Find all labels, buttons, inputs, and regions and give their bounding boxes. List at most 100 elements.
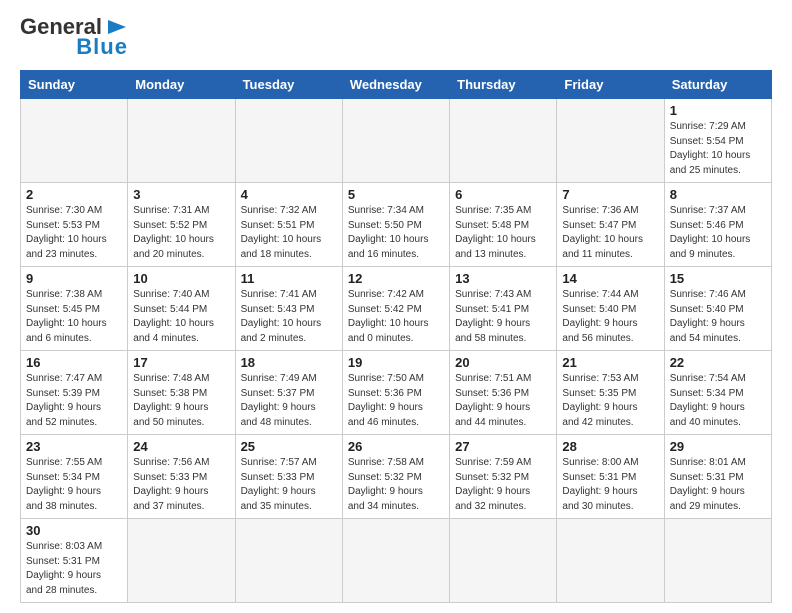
table-row: 22Sunrise: 7:54 AM Sunset: 5:34 PM Dayli… [664,351,771,435]
day-number: 1 [670,103,766,118]
day-number: 13 [455,271,551,286]
day-info: Sunrise: 7:49 AM Sunset: 5:37 PM Dayligh… [241,372,337,430]
header-friday: Friday [557,71,664,99]
header-wednesday: Wednesday [342,71,449,99]
day-info: Sunrise: 7:59 AM Sunset: 5:32 PM Dayligh… [455,456,551,514]
day-info: Sunrise: 7:50 AM Sunset: 5:36 PM Dayligh… [348,372,444,430]
day-number: 21 [562,355,658,370]
table-row: 2Sunrise: 7:30 AM Sunset: 5:53 PM Daylig… [21,183,128,267]
table-row: 28 Sunrise: 8:00 AM Sunset: 5:31 PM Dayli… [557,435,664,519]
day-info: Sunrise: 7:30 AM Sunset: 5:53 PM Dayligh… [26,204,122,262]
table-row [128,99,235,183]
logo-blue-text: Blue [76,34,128,60]
day-number: 18 [241,355,337,370]
day-info: Sunrise: 7:43 AM Sunset: 5:41 PM Dayligh… [455,288,551,346]
day-number: 7 [562,187,658,202]
table-row: 16Sunrise: 7:47 AM Sunset: 5:39 PM Dayli… [21,351,128,435]
day-number: 29 [670,439,766,454]
day-number: 14 [562,271,658,286]
day-number: 6 [455,187,551,202]
table-row [664,519,771,603]
weekday-header-row: Sunday Monday Tuesday Wednesday Thursday… [21,71,772,99]
day-number: 17 [133,355,229,370]
day-info: Sunrise: 7:35 AM Sunset: 5:48 PM Dayligh… [455,204,551,262]
calendar-row: 16Sunrise: 7:47 AM Sunset: 5:39 PM Dayli… [21,351,772,435]
day-number: 9 [26,271,122,286]
table-row: 10 Sunrise: 7:40 AM Sunset: 5:44 PM Dayli… [128,267,235,351]
table-row: 13 Sunrise: 7:43 AM Sunset: 5:41 PM Dayli… [450,267,557,351]
table-row [342,99,449,183]
day-info: Sunrise: 8:00 AM Sunset: 5:31 PM Dayligh… [562,456,658,514]
day-info: Sunrise: 7:53 AM Sunset: 5:35 PM Dayligh… [562,372,658,430]
page: General Blue Sunday Monday Tuesday Wed [0,0,792,613]
table-row: 9 Sunrise: 7:38 AM Sunset: 5:45 PM Daylig… [21,267,128,351]
day-info: Sunrise: 7:38 AM Sunset: 5:45 PM Dayligh… [26,288,122,346]
calendar-row: 2Sunrise: 7:30 AM Sunset: 5:53 PM Daylig… [21,183,772,267]
day-info: Sunrise: 7:36 AM Sunset: 5:47 PM Dayligh… [562,204,658,262]
table-row: 7 Sunrise: 7:36 AM Sunset: 5:47 PM Daylig… [557,183,664,267]
table-row [557,519,664,603]
table-row [21,99,128,183]
table-row: 8 Sunrise: 7:37 AM Sunset: 5:46 PM Daylig… [664,183,771,267]
header-thursday: Thursday [450,71,557,99]
table-row: 20 Sunrise: 7:51 AM Sunset: 5:36 PM Dayli… [450,351,557,435]
day-number: 30 [26,523,122,538]
day-number: 10 [133,271,229,286]
calendar: Sunday Monday Tuesday Wednesday Thursday… [20,70,772,603]
day-info: Sunrise: 7:40 AM Sunset: 5:44 PM Dayligh… [133,288,229,346]
day-number: 8 [670,187,766,202]
table-row: 6 Sunrise: 7:35 AM Sunset: 5:48 PM Daylig… [450,183,557,267]
table-row [128,519,235,603]
calendar-row: 23Sunrise: 7:55 AM Sunset: 5:34 PM Dayli… [21,435,772,519]
day-info: Sunrise: 7:41 AM Sunset: 5:43 PM Dayligh… [241,288,337,346]
table-row: 27 Sunrise: 7:59 AM Sunset: 5:32 PM Dayli… [450,435,557,519]
table-row [235,519,342,603]
table-row: 3Sunrise: 7:31 AM Sunset: 5:52 PM Daylig… [128,183,235,267]
header-tuesday: Tuesday [235,71,342,99]
calendar-row: 1Sunrise: 7:29 AM Sunset: 5:54 PM Daylig… [21,99,772,183]
day-info: Sunrise: 7:34 AM Sunset: 5:50 PM Dayligh… [348,204,444,262]
table-row: 29 Sunrise: 8:01 AM Sunset: 5:31 PM Dayli… [664,435,771,519]
day-number: 19 [348,355,444,370]
day-info: Sunrise: 7:55 AM Sunset: 5:34 PM Dayligh… [26,456,122,514]
table-row: 21 Sunrise: 7:53 AM Sunset: 5:35 PM Dayli… [557,351,664,435]
table-row: 4 Sunrise: 7:32 AM Sunset: 5:51 PM Daylig… [235,183,342,267]
day-info: Sunrise: 7:32 AM Sunset: 5:51 PM Dayligh… [241,204,337,262]
logo: General Blue [20,16,128,60]
table-row: 26 Sunrise: 7:58 AM Sunset: 5:32 PM Dayli… [342,435,449,519]
day-number: 12 [348,271,444,286]
day-info: Sunrise: 8:01 AM Sunset: 5:31 PM Dayligh… [670,456,766,514]
table-row: 15Sunrise: 7:46 AM Sunset: 5:40 PM Dayli… [664,267,771,351]
day-number: 22 [670,355,766,370]
day-number: 24 [133,439,229,454]
day-number: 27 [455,439,551,454]
calendar-row: 30Sunrise: 8:03 AM Sunset: 5:31 PM Dayli… [21,519,772,603]
table-row: 14 Sunrise: 7:44 AM Sunset: 5:40 PM Dayli… [557,267,664,351]
day-number: 28 [562,439,658,454]
header-sunday: Sunday [21,71,128,99]
table-row: 25Sunrise: 7:57 AM Sunset: 5:33 PM Dayli… [235,435,342,519]
day-number: 26 [348,439,444,454]
table-row: 18 Sunrise: 7:49 AM Sunset: 5:37 PM Dayli… [235,351,342,435]
table-row [557,99,664,183]
day-number: 20 [455,355,551,370]
header-saturday: Saturday [664,71,771,99]
day-info: Sunrise: 7:44 AM Sunset: 5:40 PM Dayligh… [562,288,658,346]
table-row: 5Sunrise: 7:34 AM Sunset: 5:50 PM Daylig… [342,183,449,267]
day-info: Sunrise: 7:56 AM Sunset: 5:33 PM Dayligh… [133,456,229,514]
header: General Blue [20,16,772,60]
day-info: Sunrise: 7:51 AM Sunset: 5:36 PM Dayligh… [455,372,551,430]
day-number: 4 [241,187,337,202]
day-info: Sunrise: 7:58 AM Sunset: 5:32 PM Dayligh… [348,456,444,514]
day-info: Sunrise: 7:31 AM Sunset: 5:52 PM Dayligh… [133,204,229,262]
day-number: 11 [241,271,337,286]
calendar-row: 9 Sunrise: 7:38 AM Sunset: 5:45 PM Daylig… [21,267,772,351]
day-info: Sunrise: 7:57 AM Sunset: 5:33 PM Dayligh… [241,456,337,514]
table-row: 30Sunrise: 8:03 AM Sunset: 5:31 PM Dayli… [21,519,128,603]
day-info: Sunrise: 7:48 AM Sunset: 5:38 PM Dayligh… [133,372,229,430]
day-info: Sunrise: 7:47 AM Sunset: 5:39 PM Dayligh… [26,372,122,430]
table-row: 1Sunrise: 7:29 AM Sunset: 5:54 PM Daylig… [664,99,771,183]
day-info: Sunrise: 7:37 AM Sunset: 5:46 PM Dayligh… [670,204,766,262]
table-row: 11 Sunrise: 7:41 AM Sunset: 5:43 PM Dayli… [235,267,342,351]
day-number: 15 [670,271,766,286]
